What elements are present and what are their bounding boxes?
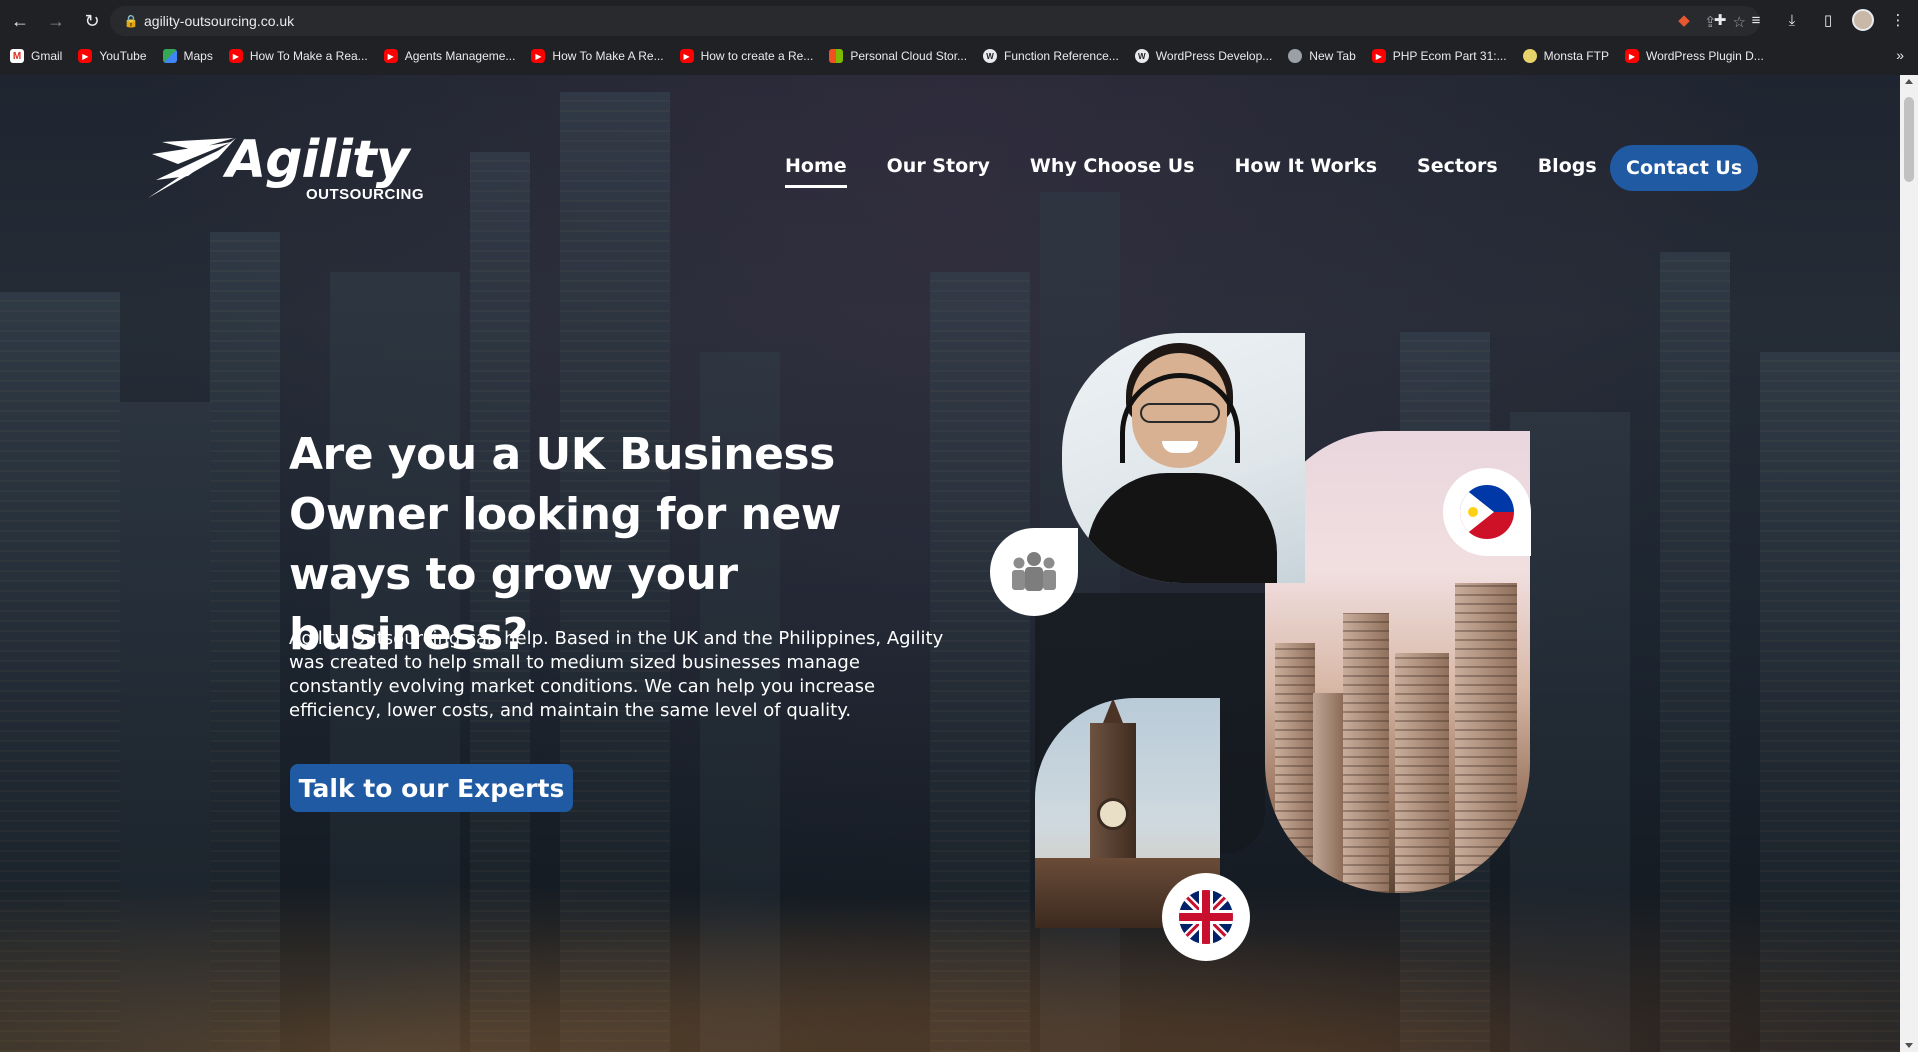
youtube-icon: ▶	[383, 49, 398, 63]
bookmark-item[interactable]: M Gmail	[10, 49, 62, 63]
page-scrollbar[interactable]	[1900, 75, 1918, 1052]
bookmark-label: YouTube	[99, 49, 147, 63]
nav-link-home[interactable]: Home	[785, 155, 847, 188]
hero-description: Agility Outsourcing can help. Based in t…	[289, 628, 944, 721]
puzzle-icon[interactable]: ✚	[1708, 8, 1732, 32]
bookmark-item[interactable]: W Function Reference...	[983, 49, 1119, 63]
bookmark-item[interactable]: Maps	[162, 49, 213, 63]
bookmark-label: Function Reference...	[1004, 49, 1119, 63]
bookmark-label: Personal Cloud Stor...	[850, 49, 968, 63]
address-url[interactable]: agility-outsourcing.co.uk	[144, 13, 294, 29]
forward-button[interactable]: →	[40, 5, 72, 37]
browser-chrome: ← → ↻ 🔒 agility-outsourcing.co.uk ⇪ ☆ ◆ …	[0, 0, 1918, 75]
scroll-down-arrow-icon[interactable]	[1905, 1043, 1913, 1048]
bookmark-label: How To Make a Rea...	[249, 49, 368, 63]
bookmarks-bar: M Gmail ▶ YouTube Maps ▶ How To Make a Rea... ▶…	[0, 44, 1918, 68]
wordpress-icon: W	[1134, 49, 1149, 63]
browser-toolbar: ← → ↻ 🔒 agility-outsourcing.co.uk ⇪ ☆ ◆ …	[0, 0, 1918, 42]
philippines-flag-icon	[1460, 485, 1514, 539]
city-lights	[0, 852, 1900, 1052]
bookmark-label: WordPress Plugin D...	[1645, 49, 1764, 63]
logo-wordmark: Agility	[226, 130, 410, 190]
media-icon[interactable]: ≡	[1744, 8, 1768, 32]
maps-icon	[162, 49, 177, 63]
bookmark-item[interactable]: ▶ YouTube	[78, 49, 147, 63]
scroll-up-arrow-icon[interactable]	[1905, 79, 1913, 84]
bookmark-label: WordPress Develop...	[1155, 49, 1273, 63]
download-icon[interactable]: ⤓	[1780, 8, 1804, 32]
bookmark-item[interactable]: ▶ PHP Ecom Part 31:...	[1371, 49, 1507, 63]
hero-section: Agility OUTSOURCING Home Our Story Why Cho…	[0, 75, 1900, 1052]
youtube-icon: ▶	[1624, 49, 1639, 63]
uk-flag-icon	[1179, 890, 1233, 944]
bookmark-item[interactable]: ▶ How To Make a Rea...	[228, 49, 368, 63]
nav-link-our-story[interactable]: Our Story	[887, 155, 990, 177]
lock-icon: 🔒	[123, 14, 139, 28]
bookmark-item[interactable]: ▶ Agents Manageme...	[383, 49, 516, 63]
bookmark-item[interactable]: Personal Cloud Stor...	[829, 49, 967, 63]
contact-us-button[interactable]: Contact Us	[1610, 145, 1759, 191]
nav-link-blogs[interactable]: Blogs	[1538, 155, 1597, 177]
profile-avatar[interactable]	[1852, 9, 1874, 31]
scrollbar-thumb[interactable]	[1904, 97, 1914, 182]
logo-subtitle: OUTSOURCING	[306, 186, 424, 203]
philippines-flag-badge	[1443, 468, 1531, 556]
agility-logo[interactable]: Agility OUTSOURCING	[148, 130, 424, 205]
talk-to-experts-button[interactable]: Talk to our Experts	[290, 764, 573, 812]
youtube-icon: ▶	[531, 49, 546, 63]
bookmark-label: How To Make A Re...	[552, 49, 664, 63]
reload-button[interactable]: ↻	[76, 5, 108, 37]
main-navigation: Home Our Story Why Choose Us How It Works Se…	[785, 155, 1718, 188]
bookmark-item[interactable]: ▶ How to create a Re...	[679, 49, 814, 63]
bookmark-label: Monsta FTP	[1543, 49, 1609, 63]
bookmark-item[interactable]: W WordPress Develop...	[1134, 49, 1273, 63]
extension-icon[interactable]: ◆	[1672, 8, 1696, 32]
wordpress-icon: W	[983, 49, 998, 63]
youtube-icon: ▶	[679, 49, 694, 63]
youtube-icon: ▶	[1371, 49, 1386, 63]
newtab-icon	[1288, 49, 1303, 63]
side-panel-icon[interactable]: ▯	[1816, 8, 1840, 32]
call-agent-photo	[1062, 333, 1305, 583]
nav-link-how-it-works[interactable]: How It Works	[1235, 155, 1378, 177]
bookmark-item[interactable]: Monsta FTP	[1522, 49, 1609, 63]
address-bar[interactable]: 🔒 agility-outsourcing.co.uk ⇪ ☆	[110, 6, 1760, 36]
bookmark-item[interactable]: ▶ WordPress Plugin D...	[1624, 49, 1764, 63]
uk-flag-badge	[1162, 873, 1250, 961]
bookmark-item[interactable]: New Tab	[1288, 49, 1356, 63]
nav-link-sectors[interactable]: Sectors	[1417, 155, 1498, 177]
bookmark-label: Agents Manageme...	[404, 49, 516, 63]
menu-icon[interactable]: ⋮	[1886, 8, 1910, 32]
hero-image-collage	[990, 333, 1531, 961]
monsta-icon	[1522, 49, 1537, 63]
bookmark-label: New Tab	[1309, 49, 1356, 63]
bookmark-label: How to create a Re...	[700, 49, 814, 63]
bookmark-item[interactable]: ▶ How To Make A Re...	[531, 49, 664, 63]
gmail-icon: M	[10, 49, 24, 63]
team-badge	[990, 528, 1078, 616]
bookmarks-more-button[interactable]: »	[1896, 47, 1904, 63]
back-button[interactable]: ←	[4, 5, 36, 37]
wing-logo-icon	[148, 138, 236, 198]
youtube-icon: ▶	[228, 49, 243, 63]
youtube-icon: ▶	[78, 49, 93, 63]
bookmark-label: PHP Ecom Part 31:...	[1392, 49, 1507, 63]
nav-link-why-choose-us[interactable]: Why Choose Us	[1030, 155, 1195, 177]
team-icon	[1012, 552, 1056, 591]
bookmark-label: Gmail	[31, 49, 63, 63]
microsoft-icon	[829, 49, 844, 63]
bookmark-label: Maps	[183, 49, 213, 63]
